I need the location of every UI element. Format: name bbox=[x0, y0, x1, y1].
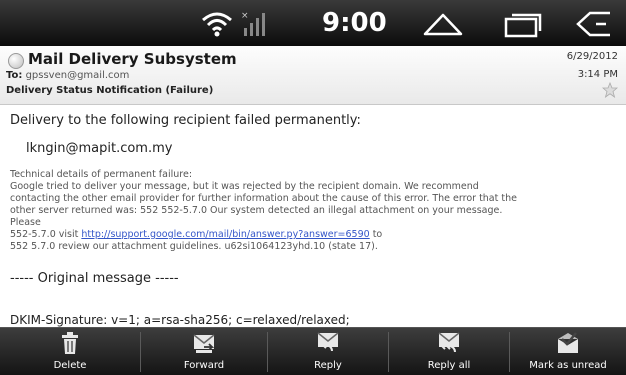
trash-icon bbox=[62, 332, 78, 354]
support-link[interactable]: http://support.google.com/mail/bin/answe… bbox=[81, 229, 369, 240]
forward-icon bbox=[193, 334, 215, 353]
email-body: Delivery to the following recipient fail… bbox=[0, 105, 626, 327]
link-line: 552-5.7.0 visit http://support.google.co… bbox=[10, 229, 382, 240]
sender-name[interactable]: Mail Delivery Subsystem bbox=[28, 50, 237, 68]
email-subject: Delivery Status Notification (Failure) bbox=[6, 85, 214, 96]
mark-unread-label: Mark as unread bbox=[529, 360, 607, 371]
mark-unread-button[interactable]: Mark as unread bbox=[510, 328, 626, 375]
failed-recipient: lkngin@mapit.com.my bbox=[26, 141, 173, 156]
dkim-signature: DKIM-Signature: v=1; a=rsa-sha256; c=rel… bbox=[10, 313, 350, 327]
mark-unread-icon bbox=[558, 332, 578, 353]
tech-line: other server returned was: 552 552-5.7.0… bbox=[10, 205, 503, 216]
failure-intro: Delivery to the following recipient fail… bbox=[10, 113, 361, 128]
to-line: To: gpssven@gmail.com bbox=[6, 70, 129, 81]
to-label: To: bbox=[6, 70, 23, 81]
delete-button[interactable]: Delete bbox=[0, 328, 140, 375]
back-icon[interactable] bbox=[572, 10, 618, 38]
status-bar: × 9:00 bbox=[0, 0, 626, 46]
email-time: 3:14 PM bbox=[577, 69, 618, 80]
review-line: 552 5.7.0 review our attachment guidelin… bbox=[10, 241, 378, 252]
tech-line: Please bbox=[10, 217, 41, 228]
status-time: 9:00 bbox=[322, 8, 387, 38]
reply-label: Reply bbox=[314, 360, 342, 371]
reply-all-button[interactable]: Reply all bbox=[389, 328, 509, 375]
reply-all-label: Reply all bbox=[427, 360, 471, 371]
forward-label: Forward bbox=[183, 360, 225, 371]
star-icon[interactable] bbox=[602, 82, 618, 98]
action-bar: Delete Forward Reply Reply all Mark as u… bbox=[0, 327, 626, 375]
reply-button[interactable]: Reply bbox=[268, 328, 388, 375]
reply-all-icon bbox=[438, 332, 460, 353]
reply-icon bbox=[317, 332, 339, 352]
link-line-prefix: 552-5.7.0 visit bbox=[10, 229, 82, 240]
to-address: gpssven@gmail.com bbox=[25, 70, 130, 81]
link-line-suffix: to bbox=[369, 229, 383, 240]
tech-line: Google tried to deliver your message, bu… bbox=[10, 181, 479, 192]
tech-line: Technical details of permanent failure: bbox=[10, 169, 193, 180]
email-header: Mail Delivery Subsystem To: gpssven@gmai… bbox=[0, 46, 626, 105]
original-message-divider: ----- Original message ----- bbox=[10, 271, 179, 286]
tech-line: contacting the other email provider for … bbox=[10, 193, 517, 204]
recent-apps-icon[interactable] bbox=[500, 10, 546, 38]
wifi-icon bbox=[202, 12, 232, 37]
delete-label: Delete bbox=[53, 360, 87, 371]
forward-button[interactable]: Forward bbox=[141, 328, 267, 375]
presence-status-icon bbox=[8, 53, 24, 69]
home-icon[interactable] bbox=[420, 10, 466, 38]
email-date: 6/29/2012 bbox=[566, 51, 618, 62]
signal-icon: × bbox=[241, 11, 265, 36]
svg-text:×: × bbox=[241, 11, 249, 21]
